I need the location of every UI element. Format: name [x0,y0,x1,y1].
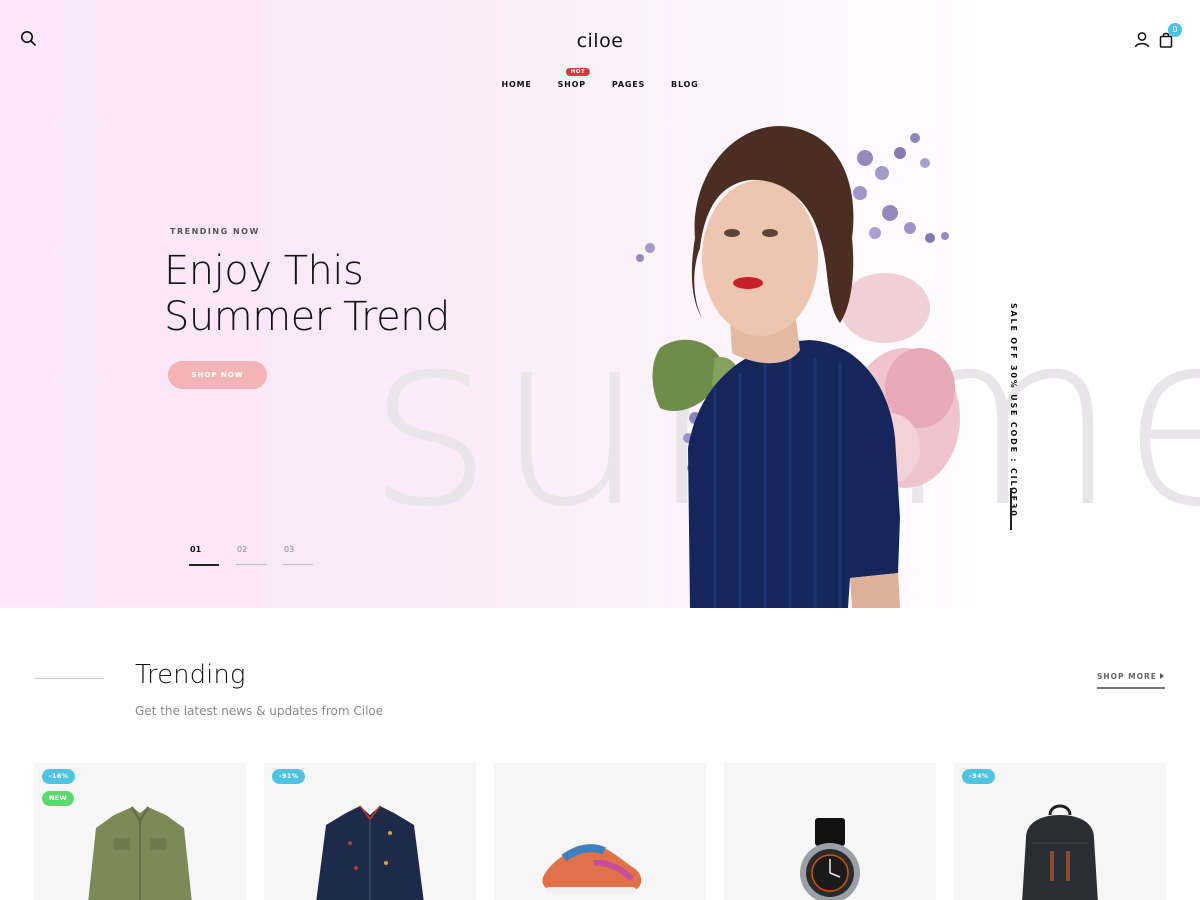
shop-more-underline [1097,687,1165,689]
pager-number: 01 [190,545,202,554]
site-header: ciloe 0 HOME HOT SHOP PAGES BLOG [0,0,1200,110]
hero-model-image [636,126,960,608]
nav-label: HOME [501,80,532,89]
product-image-sneaker [542,844,642,893]
nav-item-pages[interactable]: PAGES [612,80,645,89]
product-card-olive-jacket[interactable]: -16% NEW [34,763,246,900]
side-promo-label: SALE OFF 30% USE CODE : CILOE30 [1009,303,1018,518]
pager-bar [189,564,219,566]
trending-title: Trending [135,660,246,690]
shop-more-label: SHOP MORE [1097,672,1157,681]
pager-number: 03 [284,545,295,554]
new-badge: NEW [42,791,74,806]
pager-number: 02 [237,545,248,554]
pager-bar [236,564,266,565]
nav-label: BLOG [671,80,699,89]
hero-eyebrow: TRENDING NOW [170,227,260,236]
brand-logo[interactable]: ciloe [0,30,1200,52]
section-divider [34,678,104,679]
hero-headline-line2: Summer Trend [164,294,450,340]
nav-item-blog[interactable]: BLOG [671,80,698,89]
nav-label: SHOP [557,80,586,89]
discount-badge: -91% [272,769,306,784]
product-card-wrist-watch[interactable] [724,763,936,900]
product-image-watch [800,818,860,900]
nav-item-home[interactable]: HOME [501,80,531,89]
pager-bar [283,564,313,565]
shop-now-button[interactable]: SHOP NOW [168,361,267,389]
cart-count-badge: 0 [1168,23,1182,37]
discount-badge: -16% [42,769,76,784]
pager-item-1[interactable]: 01 [189,545,219,566]
arrow-right-icon [1160,673,1164,679]
discount-badge: -34% [962,769,996,784]
product-card-backpack[interactable]: -34% [954,763,1166,900]
hero-banner: summer [0,0,1200,608]
nav-item-shop[interactable]: HOT SHOP [557,68,591,89]
side-promo-line [1010,488,1012,530]
main-nav: HOME HOT SHOP PAGES BLOG [0,68,1200,89]
side-promo-text: SALE OFF 30% USE CODE : CILOE30 [1004,303,1018,518]
trending-subtitle: Get the latest news & updates from Ciloe [135,704,384,718]
pager-item-3[interactable]: 03 [283,545,313,565]
hot-badge: HOT [565,68,591,76]
user-icon[interactable] [1132,30,1152,50]
nav-label: PAGES [611,80,646,89]
shop-more-link[interactable]: SHOP MORE [1097,672,1165,690]
hero-headline: Enjoy This Summer Trend [164,248,524,340]
product-card-navy-jacket[interactable]: -91% [264,763,476,900]
product-card-floral-sneaker[interactable] [494,763,706,900]
hero-headline-line1: Enjoy This [164,248,364,294]
pager-item-2[interactable]: 02 [236,545,266,565]
